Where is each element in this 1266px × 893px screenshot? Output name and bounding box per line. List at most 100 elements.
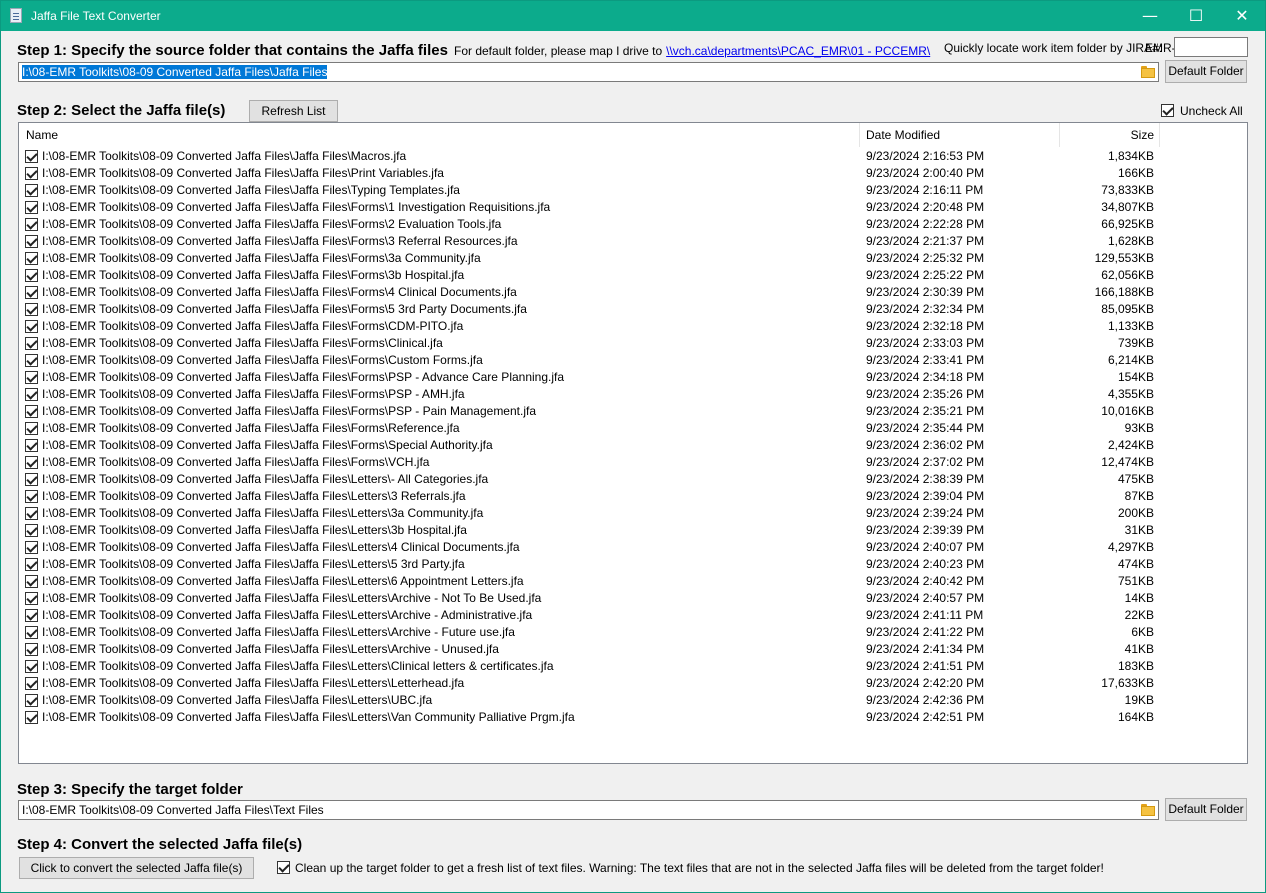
source-default-folder-button[interactable]: Default Folder — [1165, 60, 1247, 83]
file-list-row[interactable]: I:\08-EMR Toolkits\08-09 Converted Jaffa… — [19, 607, 1247, 624]
file-list-row[interactable]: I:\08-EMR Toolkits\08-09 Converted Jaffa… — [19, 233, 1247, 250]
file-row-checkbox[interactable] — [25, 558, 38, 571]
file-list-row[interactable]: I:\08-EMR Toolkits\08-09 Converted Jaffa… — [19, 590, 1247, 607]
target-folder-input[interactable]: I:\08-EMR Toolkits\08-09 Converted Jaffa… — [18, 800, 1159, 820]
file-list-row[interactable]: I:\08-EMR Toolkits\08-09 Converted Jaffa… — [19, 624, 1247, 641]
file-row-checkbox[interactable] — [25, 541, 38, 554]
file-list-row[interactable]: I:\08-EMR Toolkits\08-09 Converted Jaffa… — [19, 318, 1247, 335]
file-list-row[interactable]: I:\08-EMR Toolkits\08-09 Converted Jaffa… — [19, 692, 1247, 709]
file-row-checkbox[interactable] — [25, 150, 38, 163]
file-list-row[interactable]: I:\08-EMR Toolkits\08-09 Converted Jaffa… — [19, 641, 1247, 658]
file-row-checkbox[interactable] — [25, 575, 38, 588]
file-row-checkbox[interactable] — [25, 439, 38, 452]
file-list-row[interactable]: I:\08-EMR Toolkits\08-09 Converted Jaffa… — [19, 216, 1247, 233]
file-row-checkbox[interactable] — [25, 592, 38, 605]
column-size[interactable]: Size — [1059, 123, 1154, 147]
file-list-row[interactable]: I:\08-EMR Toolkits\08-09 Converted Jaffa… — [19, 250, 1247, 267]
jaffa-file-list[interactable]: Name Date Modified Size I:\08-EMR Toolki… — [18, 122, 1248, 764]
file-list-row[interactable]: I:\08-EMR Toolkits\08-09 Converted Jaffa… — [19, 369, 1247, 386]
browse-source-folder-icon[interactable] — [1140, 65, 1156, 79]
file-row-checkbox[interactable] — [25, 609, 38, 622]
file-row-checkbox[interactable] — [25, 201, 38, 214]
file-row-checkbox[interactable] — [25, 252, 38, 265]
file-list-row[interactable]: I:\08-EMR Toolkits\08-09 Converted Jaffa… — [19, 301, 1247, 318]
minimize-button[interactable]: — — [1127, 1, 1173, 31]
convert-button[interactable]: Click to convert the selected Jaffa file… — [19, 857, 254, 879]
file-list-row[interactable]: I:\08-EMR Toolkits\08-09 Converted Jaffa… — [19, 709, 1247, 726]
default-folder-link[interactable]: \\vch.ca\departments\PCAC_EMR\01 - PCCEM… — [666, 44, 930, 58]
file-row-checkbox[interactable] — [25, 286, 38, 299]
file-list-row[interactable]: I:\08-EMR Toolkits\08-09 Converted Jaffa… — [19, 284, 1247, 301]
file-row-checkbox[interactable] — [25, 303, 38, 316]
file-list-row[interactable]: I:\08-EMR Toolkits\08-09 Converted Jaffa… — [19, 199, 1247, 216]
file-row-checkbox[interactable] — [25, 490, 38, 503]
target-default-folder-button[interactable]: Default Folder — [1165, 798, 1247, 821]
uncheck-all-label[interactable]: Uncheck All — [1180, 104, 1243, 118]
file-list-row[interactable]: I:\08-EMR Toolkits\08-09 Converted Jaffa… — [19, 386, 1247, 403]
file-row-checkbox[interactable] — [25, 167, 38, 180]
file-list-row[interactable]: I:\08-EMR Toolkits\08-09 Converted Jaffa… — [19, 267, 1247, 284]
file-list-row[interactable]: I:\08-EMR Toolkits\08-09 Converted Jaffa… — [19, 522, 1247, 539]
file-size: 6,214KB — [1107, 353, 1154, 367]
file-list-row[interactable]: I:\08-EMR Toolkits\08-09 Converted Jaffa… — [19, 471, 1247, 488]
file-row-checkbox[interactable] — [25, 320, 38, 333]
file-date-modified: 9/23/2024 2:32:34 PM — [866, 302, 985, 316]
file-list-row[interactable]: I:\08-EMR Toolkits\08-09 Converted Jaffa… — [19, 675, 1247, 692]
jira-number-input[interactable] — [1174, 37, 1248, 57]
file-list-row[interactable]: I:\08-EMR Toolkits\08-09 Converted Jaffa… — [19, 454, 1247, 471]
file-list-row[interactable]: I:\08-EMR Toolkits\08-09 Converted Jaffa… — [19, 165, 1247, 182]
file-size: 17,633KB — [1101, 676, 1154, 690]
file-row-checkbox[interactable] — [25, 184, 38, 197]
file-row-checkbox[interactable] — [25, 711, 38, 724]
file-row-checkbox[interactable] — [25, 524, 38, 537]
file-row-checkbox[interactable] — [25, 269, 38, 282]
file-list-row[interactable]: I:\08-EMR Toolkits\08-09 Converted Jaffa… — [19, 488, 1247, 505]
title-bar[interactable]: Jaffa File Text Converter — ☐ ✕ — [1, 1, 1265, 31]
file-list-row[interactable]: I:\08-EMR Toolkits\08-09 Converted Jaffa… — [19, 148, 1247, 165]
file-list-row[interactable]: I:\08-EMR Toolkits\08-09 Converted Jaffa… — [19, 352, 1247, 369]
file-list-row[interactable]: I:\08-EMR Toolkits\08-09 Converted Jaffa… — [19, 182, 1247, 199]
file-row-checkbox[interactable] — [25, 371, 38, 384]
file-row-checkbox[interactable] — [25, 354, 38, 367]
file-list-row[interactable]: I:\08-EMR Toolkits\08-09 Converted Jaffa… — [19, 505, 1247, 522]
file-list-row[interactable]: I:\08-EMR Toolkits\08-09 Converted Jaffa… — [19, 658, 1247, 675]
file-name: I:\08-EMR Toolkits\08-09 Converted Jaffa… — [42, 659, 554, 673]
refresh-list-button[interactable]: Refresh List — [249, 100, 338, 122]
file-row-checkbox[interactable] — [25, 218, 38, 231]
source-folder-value: I:\08-EMR Toolkits\08-09 Converted Jaffa… — [22, 65, 328, 79]
file-row-checkbox[interactable] — [25, 422, 38, 435]
file-list-row[interactable]: I:\08-EMR Toolkits\08-09 Converted Jaffa… — [19, 335, 1247, 352]
file-date-modified: 9/23/2024 2:41:34 PM — [866, 642, 985, 656]
file-list-row[interactable]: I:\08-EMR Toolkits\08-09 Converted Jaffa… — [19, 573, 1247, 590]
source-folder-input[interactable]: I:\08-EMR Toolkits\08-09 Converted Jaffa… — [18, 62, 1159, 82]
column-date-modified[interactable]: Date Modified — [866, 123, 940, 147]
browse-target-folder-icon[interactable] — [1140, 803, 1156, 817]
app-window: Jaffa File Text Converter — ☐ ✕ Step 1: … — [0, 0, 1266, 893]
close-button[interactable]: ✕ — [1219, 1, 1265, 31]
file-row-checkbox[interactable] — [25, 235, 38, 248]
file-list-row[interactable]: I:\08-EMR Toolkits\08-09 Converted Jaffa… — [19, 420, 1247, 437]
uncheck-all-checkbox[interactable] — [1161, 104, 1174, 117]
cleanup-checkbox[interactable] — [277, 861, 290, 874]
file-row-checkbox[interactable] — [25, 473, 38, 486]
file-row-checkbox[interactable] — [25, 337, 38, 350]
file-row-checkbox[interactable] — [25, 677, 38, 690]
cleanup-label[interactable]: Clean up the target folder to get a fres… — [295, 861, 1104, 875]
file-row-checkbox[interactable] — [25, 405, 38, 418]
file-row-checkbox[interactable] — [25, 388, 38, 401]
maximize-button[interactable]: ☐ — [1173, 1, 1219, 31]
file-row-checkbox[interactable] — [25, 660, 38, 673]
file-row-checkbox[interactable] — [25, 626, 38, 639]
file-size: 2,424KB — [1107, 438, 1154, 452]
file-list-row[interactable]: I:\08-EMR Toolkits\08-09 Converted Jaffa… — [19, 539, 1247, 556]
column-separator[interactable] — [859, 123, 860, 147]
file-row-checkbox[interactable] — [25, 694, 38, 707]
file-list-row[interactable]: I:\08-EMR Toolkits\08-09 Converted Jaffa… — [19, 437, 1247, 454]
column-separator[interactable] — [1159, 123, 1160, 147]
file-list-row[interactable]: I:\08-EMR Toolkits\08-09 Converted Jaffa… — [19, 403, 1247, 420]
file-row-checkbox[interactable] — [25, 507, 38, 520]
file-row-checkbox[interactable] — [25, 643, 38, 656]
file-row-checkbox[interactable] — [25, 456, 38, 469]
file-list-row[interactable]: I:\08-EMR Toolkits\08-09 Converted Jaffa… — [19, 556, 1247, 573]
column-name[interactable]: Name — [26, 123, 58, 147]
